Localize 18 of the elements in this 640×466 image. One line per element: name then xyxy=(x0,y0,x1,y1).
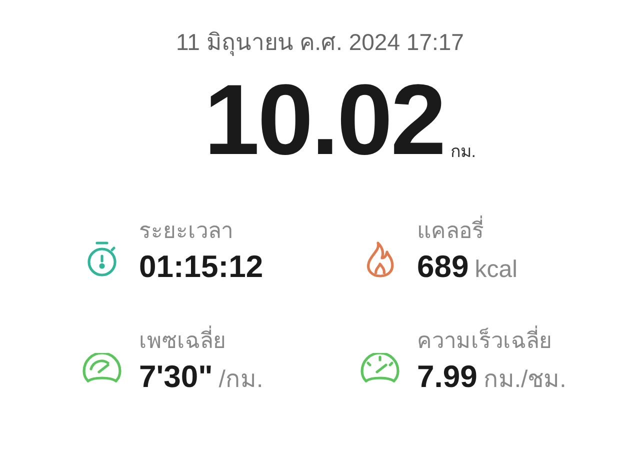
stat-label: แคลอรี่ xyxy=(417,216,518,246)
speedometer-icon xyxy=(360,353,400,385)
stat-unit: /กม. xyxy=(218,365,264,395)
stat-value: 01:15:12 xyxy=(139,248,264,286)
stat-unit: กม./ชม. xyxy=(483,365,566,395)
stat-label: เพซเฉลี่ย xyxy=(139,326,264,356)
stat-label: ระยะเวลา xyxy=(139,217,234,245)
stat-unit: kcal xyxy=(474,255,518,285)
stat-value: 7'30" xyxy=(139,358,213,396)
date-time: 11 มิถุนายน ค.ศ. 2024 17:17 xyxy=(176,28,464,58)
distance-unit: กม. xyxy=(450,140,476,162)
stopwatch-icon xyxy=(85,240,119,278)
stat-value: 7.99 xyxy=(417,358,478,396)
stat-value: 689 xyxy=(417,248,469,286)
flame-icon xyxy=(364,240,396,278)
speedometer-icon xyxy=(82,353,122,385)
stat-label: ความเร็วเฉลี่ย xyxy=(417,326,566,356)
distance-value: 10.02 xyxy=(204,70,444,170)
